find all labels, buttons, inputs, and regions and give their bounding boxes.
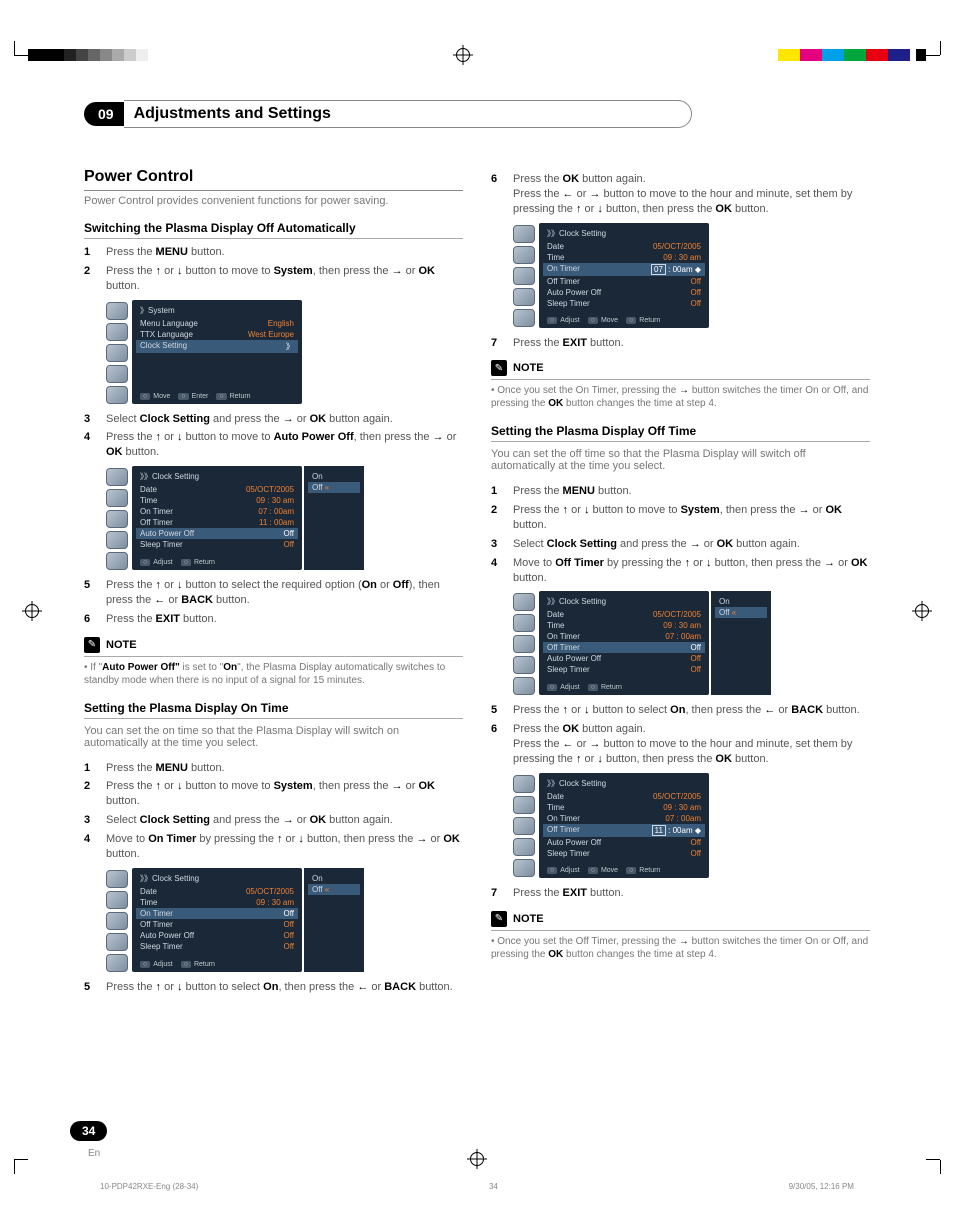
subhead-off-time: Setting the Plasma Display Off Time [491,424,870,442]
step: Press the ↑ or ↓ button to move to Syste… [513,503,870,533]
step: Press the EXIT button. [513,336,870,351]
osd-clock-on: 》》Clock SettingDate05/OCT/2005Time09 : 3… [106,868,463,972]
note-header: ✎ NOTE [491,360,870,380]
step: Press the OK button again.Press the ← or… [513,722,870,767]
register-target-icon [25,604,39,618]
register-target-icon [915,604,929,618]
off-time-lead: You can set the off time so that the Pla… [491,448,870,472]
gray-steps [28,49,148,61]
step: Press the OK button again.Press the ← or… [513,172,870,217]
subhead-on-time: Setting the Plasma Display On Time [84,701,463,719]
section-power-control: Power Control [84,168,463,191]
power-control-lead: Power Control provides convenient functi… [84,195,463,207]
print-footer: 10-PDP42RXE-Eng (28-34) 34 9/30/05, 12:1… [100,1182,854,1191]
registration-bottom [0,1145,954,1175]
osd-clock-off-hour: 》》Clock SettingDate05/OCT/2005Time09 : 3… [513,773,870,878]
step: Press the EXIT button. [106,612,463,627]
on-time-lead: You can set the on time so that the Plas… [84,725,463,749]
step: Press the MENU button. [106,761,463,776]
step: Press the ↑ or ↓ button to select On, th… [513,703,870,718]
register-target-icon [456,48,470,62]
step: Press the ↑ or ↓ button to move to Syste… [106,779,463,809]
note-icon: ✎ [491,911,507,927]
chapter-number: 09 [84,102,124,126]
note-text: Once you set the Off Timer, pressing the… [491,935,870,961]
note-icon: ✎ [491,360,507,376]
note-text: Once you set the On Timer, pressing the … [491,384,870,410]
color-bars [778,49,926,61]
chapter-header: 09 Adjustments and Settings [84,100,870,128]
step: Press the ↑ or ↓ button to move to Auto … [106,430,463,460]
step: Press the EXIT button. [513,886,870,901]
osd-clock-off: 》》Clock SettingDate05/OCT/2005Time09 : 3… [513,591,870,695]
step: Press the ↑ or ↓ button to select the re… [106,578,463,608]
osd-clock-apo: 》》Clock SettingDate05/OCT/2005Time09 : 3… [106,466,463,570]
step: Press the ↑ or ↓ button to move to Syste… [106,264,463,294]
chapter-title: Adjustments and Settings [124,100,692,128]
note-icon: ✎ [84,637,100,653]
step: Select Clock Setting and press the → or … [106,412,463,427]
step: Press the ↑ or ↓ button to select On, th… [106,980,463,995]
step: Move to On Timer by pressing the ↑ or ↓ … [106,832,463,862]
step: Press the MENU button. [513,484,870,499]
step: Select Clock Setting and press the → or … [513,537,870,552]
step: Press the MENU button. [106,245,463,260]
note-header: ✎ NOTE [84,637,463,657]
right-column: 6Press the OK button again.Press the ← o… [491,168,870,999]
register-target-icon [470,1152,484,1166]
registration-top [0,40,954,70]
subhead-auto-off: Switching the Plasma Display Off Automat… [84,221,463,239]
step: Select Clock Setting and press the → or … [106,813,463,828]
step: Move to Off Timer by pressing the ↑ or ↓… [513,556,870,586]
note-header: ✎ NOTE [491,911,870,931]
note-text: If "Auto Power Off" is set to "On", the … [84,661,463,687]
left-column: Power Control Power Control provides con… [84,168,463,999]
osd-system-menu: 》SystemMenu LanguageEnglishTTX LanguageW… [106,300,463,404]
page-number: 34 [70,1121,107,1141]
osd-clock-on-hour: 》》Clock SettingDate05/OCT/2005Time09 : 3… [513,223,870,328]
